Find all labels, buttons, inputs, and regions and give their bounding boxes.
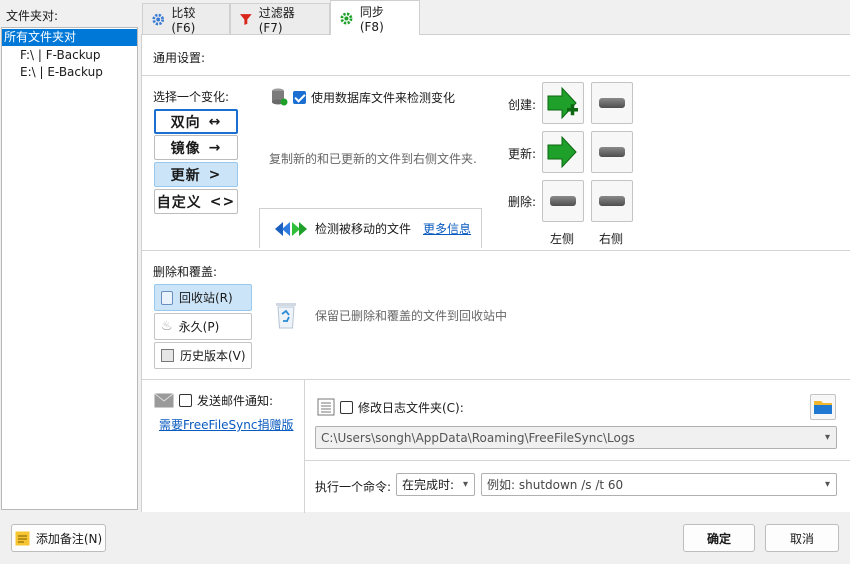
variant-update-button[interactable]: 更新 >	[154, 162, 238, 187]
left-side-label: 左侧	[550, 232, 575, 246]
variant-update-label: 更新	[170, 167, 201, 184]
email-checkbox[interactable]	[179, 394, 192, 407]
command-when-select[interactable]: 在完成时: ▾	[396, 473, 475, 496]
delete-right-button[interactable]	[591, 180, 633, 222]
none-icon	[599, 147, 625, 157]
sync-gear-icon	[340, 11, 353, 25]
variant-description: 复制新的和已更新的文件到右侧文件夹.	[269, 152, 477, 166]
variant-custom-button[interactable]: 自定义 <>	[154, 189, 238, 214]
add-note-button[interactable]: 添加备注(N)	[11, 524, 106, 552]
versioning-label: 历史版本(V)	[180, 349, 246, 363]
create-right-button[interactable]	[591, 82, 633, 124]
log-path-value: C:\Users\songh\AppData\Roaming\FreeFileS…	[321, 430, 635, 445]
command-placeholder: 例如: shutdown /s /t 60	[487, 478, 624, 492]
command-when-value: 在完成时:	[402, 478, 455, 492]
folder-icon	[814, 401, 832, 414]
log-list-icon	[317, 398, 335, 416]
folder-pair-all[interactable]: 所有文件夹对	[2, 29, 137, 46]
update-label: 更新:	[508, 147, 537, 161]
use-database-label: 使用数据库文件来检测变化	[311, 90, 456, 105]
recycle-bin-icon	[276, 303, 296, 329]
folder-pair-f[interactable]: F:\ | F-Backup	[2, 47, 101, 64]
create-left-button[interactable]	[542, 82, 584, 124]
variant-two-way-button[interactable]: 双向 ↔	[154, 109, 238, 134]
custom-arrows-icon: <>	[209, 193, 236, 210]
variant-custom-label: 自定义	[156, 194, 202, 211]
chevron-down-icon: ▾	[824, 432, 830, 443]
right-side-label: 右侧	[599, 232, 624, 246]
chevron-right-icon: >	[208, 166, 222, 183]
use-database-option[interactable]: 使用数据库文件来检测变化	[270, 87, 455, 107]
none-icon	[550, 196, 576, 206]
email-option[interactable]: 发送邮件通知:	[154, 392, 273, 409]
detect-moved-label: 检测被移动的文件	[315, 222, 412, 236]
donation-link[interactable]: 需要FreeFileSync捐赠版	[159, 416, 293, 433]
use-database-checkbox[interactable]	[293, 90, 306, 104]
versioning-button[interactable]: 历史版本(V)	[154, 342, 252, 369]
gear-icon	[152, 13, 165, 25]
sync-settings-panel: 通用设置: 选择一个变化: 双向 ↔ 镜像 → 更新 > 自定义 <> 使用数据…	[141, 34, 850, 513]
right-arrow-icon: →	[208, 139, 222, 156]
detect-moved-box: 检测被移动的文件 更多信息	[259, 208, 482, 248]
folder-pairs-label: 文件夹对:	[6, 9, 59, 23]
funnel-icon	[239, 14, 252, 25]
note-icon	[15, 531, 30, 545]
browse-folder-button[interactable]	[810, 394, 836, 420]
variant-mirror-label: 镜像	[170, 140, 201, 157]
deletion-description: 保留已删除和覆盖的文件到回收站中	[315, 309, 508, 323]
none-icon	[599, 98, 625, 108]
log-folder-option[interactable]: 修改日志文件夹(C):	[317, 398, 464, 416]
chevron-down-icon: ▾	[462, 479, 468, 490]
delete-left-button[interactable]	[542, 180, 584, 222]
update-left-button[interactable]	[542, 131, 584, 173]
create-arrow-icon	[547, 86, 578, 120]
folder-pair-list[interactable]: 所有文件夹对 F:\ | F-Backup E:\ | E-Backup	[1, 27, 138, 510]
chevron-down-icon: ▾	[824, 479, 830, 490]
update-right-button[interactable]	[591, 131, 633, 173]
general-settings-label: 通用设置:	[153, 51, 206, 65]
add-note-label: 添加备注(N)	[35, 531, 103, 546]
delete-label: 删除:	[508, 195, 537, 209]
tab-filter[interactable]: 过滤器 (F7)	[230, 3, 330, 35]
command-label: 执行一个命令:	[315, 480, 392, 494]
tab-compare[interactable]: 比较 (F6)	[142, 3, 230, 35]
email-label: 发送邮件通知:	[197, 394, 274, 408]
deletion-label: 删除和覆盖:	[153, 265, 218, 279]
variant-label: 选择一个变化:	[153, 90, 230, 104]
move-arrows-icon	[275, 221, 307, 236]
recycle-bin-small-icon	[161, 290, 173, 305]
log-folder-checkbox[interactable]	[340, 400, 353, 414]
recycle-bin-label: 回收站(R)	[179, 291, 233, 305]
tab-filter-label: 过滤器 (F7)	[258, 5, 295, 35]
two-way-arrow-icon: ↔	[208, 113, 222, 130]
tab-sync[interactable]: 同步 (F8)	[330, 0, 420, 35]
envelope-icon	[154, 393, 174, 408]
cancel-button[interactable]: 取消	[765, 524, 839, 552]
update-arrow-icon	[547, 135, 577, 169]
log-folder-label: 修改日志文件夹(C):	[358, 400, 464, 415]
log-path-input[interactable]: C:\Users\songh\AppData\Roaming\FreeFileS…	[315, 426, 837, 449]
flame-icon: ♨	[161, 319, 173, 334]
create-label: 创建:	[508, 98, 537, 112]
folder-pair-e[interactable]: E:\ | E-Backup	[2, 64, 103, 81]
permanent-button[interactable]: ♨ 永久(P)	[154, 313, 252, 340]
recycle-bin-button[interactable]: 回收站(R)	[154, 284, 252, 311]
ok-button[interactable]: 确定	[683, 524, 755, 552]
database-icon	[272, 88, 288, 106]
variant-two-way-label: 双向	[170, 114, 201, 131]
more-info-link[interactable]: 更多信息	[423, 220, 471, 237]
tab-sync-label: 同步 (F8)	[359, 4, 384, 34]
none-icon	[599, 196, 625, 206]
permanent-label: 永久(P)	[178, 320, 220, 334]
tab-compare-label: 比较 (F6)	[171, 5, 196, 35]
versioning-icon	[161, 349, 174, 362]
command-input[interactable]: 例如: shutdown /s /t 60 ▾	[481, 473, 837, 496]
variant-mirror-button[interactable]: 镜像 →	[154, 135, 238, 160]
